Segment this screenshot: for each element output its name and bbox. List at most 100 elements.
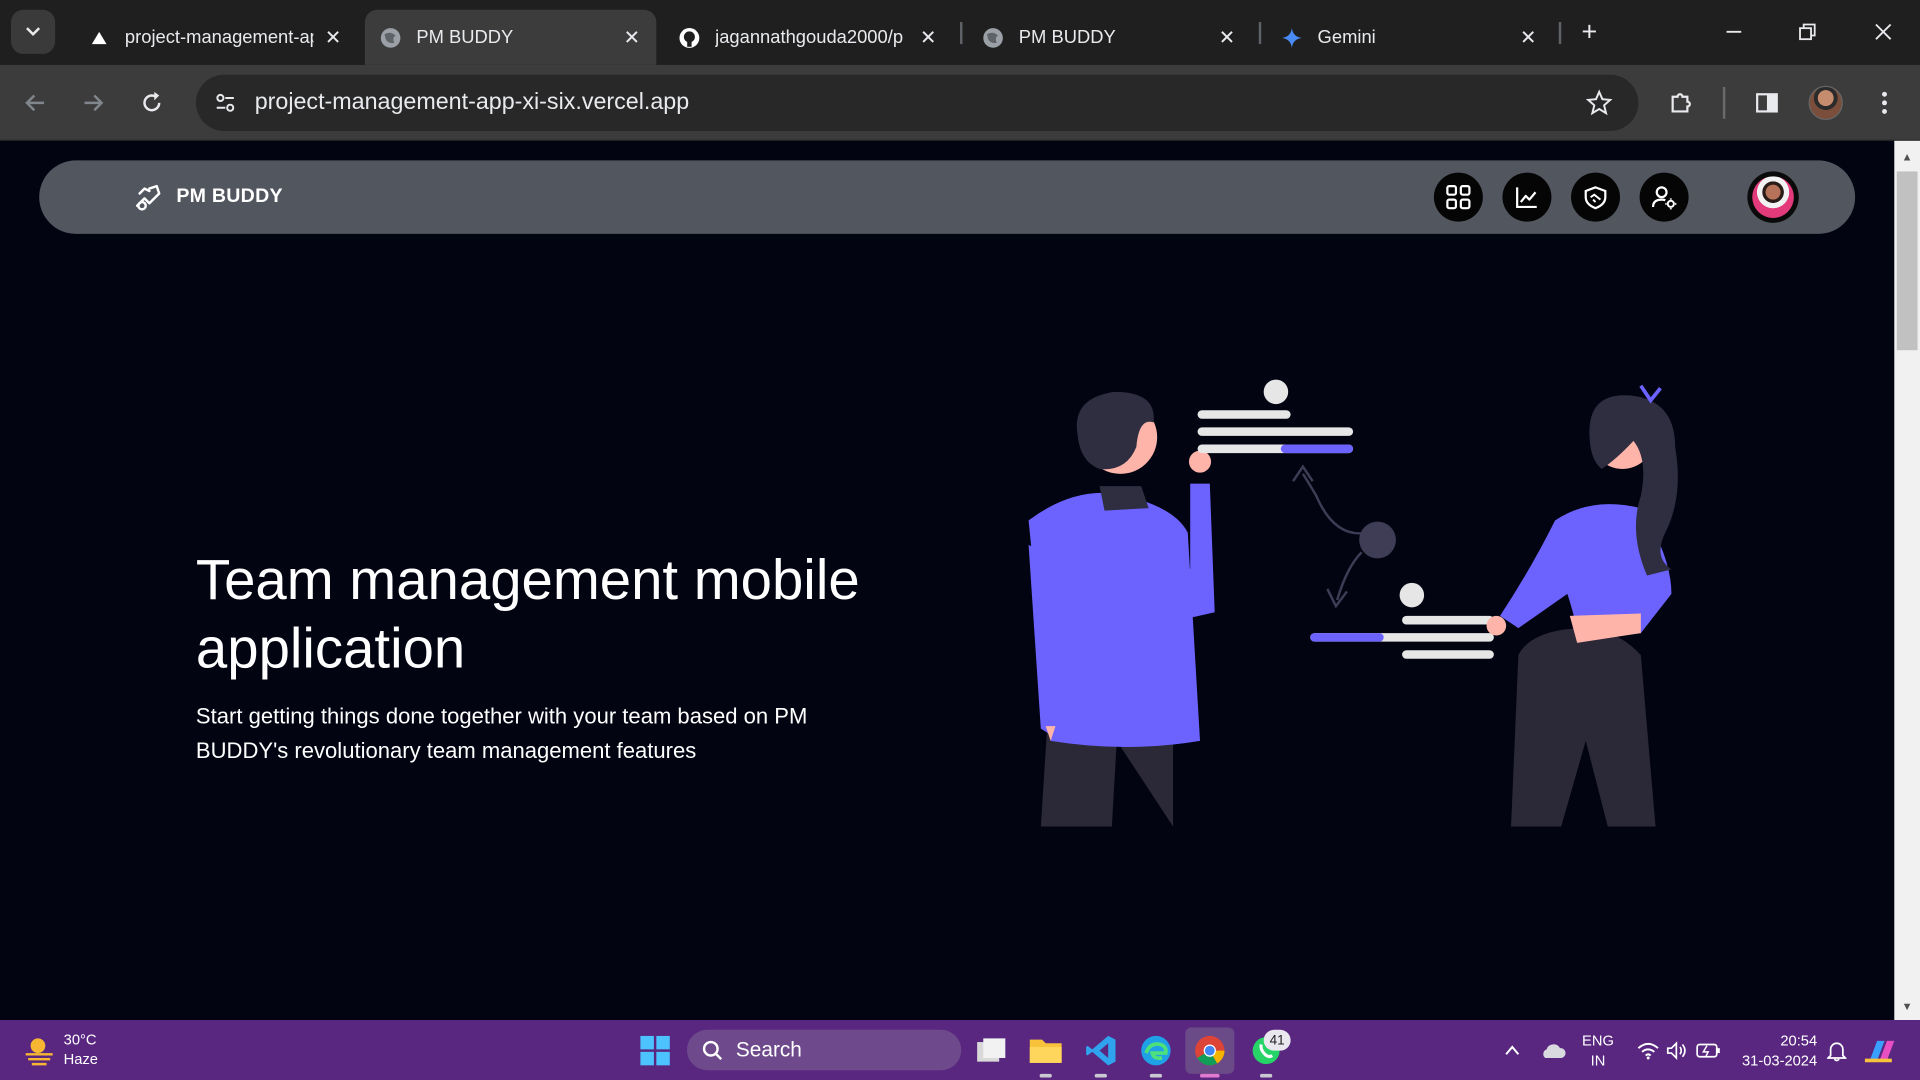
man-figure	[1028, 391, 1215, 827]
search-icon	[702, 1040, 723, 1060]
weather-condition: Haze	[63, 1050, 98, 1068]
edge-button[interactable]	[1139, 1033, 1173, 1067]
scrollbar-thumb[interactable]	[1896, 171, 1918, 351]
weather-temperature: 30°C	[63, 1031, 97, 1049]
tab-strip: project-management-app ✕ PM BUDDY ✕ jaga…	[0, 0, 1920, 65]
tab-title: PM BUDDY	[416, 26, 514, 48]
app-navbar: PM BUDDY	[39, 160, 1856, 234]
chrome-icon	[1195, 1035, 1225, 1066]
close-icon[interactable]: ✕	[622, 28, 642, 49]
minimize-button[interactable]	[1709, 12, 1758, 51]
screen: project-management-app ✕ PM BUDDY ✕ jaga…	[0, 0, 1920, 1080]
reload-button[interactable]	[131, 82, 173, 124]
battery-status[interactable]	[1695, 1038, 1722, 1062]
show-hidden-icons-button[interactable]	[1501, 1040, 1523, 1062]
onedrive-tray-button[interactable]	[1538, 1037, 1567, 1064]
start-button[interactable]	[637, 1032, 674, 1069]
side-panel-button[interactable]	[1746, 82, 1788, 124]
clock-time: 20:54	[1780, 1032, 1818, 1050]
side-panel-icon	[1756, 93, 1778, 113]
tab-title: project-management-app	[124, 26, 314, 48]
more-vert-icon	[1882, 91, 1887, 114]
tab-search-button[interactable]	[11, 9, 56, 54]
github-icon	[678, 26, 700, 48]
file-explorer-button[interactable]	[1029, 1033, 1063, 1067]
browser-toolbar: project-management-app-xi-six.vercel.app	[0, 64, 1920, 141]
close-icon[interactable]: ✕	[918, 28, 938, 49]
tab-separator	[1258, 22, 1262, 45]
tab-pm-buddy[interactable]: PM BUDDY ✕	[967, 10, 1251, 65]
tune-icon	[216, 93, 235, 112]
wifi-status[interactable]	[1636, 1038, 1660, 1062]
tab-pm-buddy-active[interactable]: PM BUDDY ✕	[364, 9, 657, 65]
brand[interactable]: PM BUDDY	[132, 181, 283, 213]
whatsapp-unread-badge: 41	[1263, 1029, 1291, 1051]
language-indicator[interactable]: ENG IN	[1582, 1031, 1614, 1070]
tab-separator	[960, 22, 963, 45]
brand-name: PM BUDDY	[176, 186, 283, 207]
site-info-button[interactable]	[201, 78, 250, 127]
system-clock[interactable]: 20:54 31-03-2024	[1731, 1031, 1817, 1070]
extensions-button[interactable]	[1660, 82, 1702, 124]
running-indicator	[1094, 1073, 1107, 1078]
task-view-button[interactable]	[975, 1035, 1009, 1067]
taskbar-search[interactable]: Search	[686, 1029, 962, 1071]
partnership-nav-button[interactable]	[1571, 172, 1621, 222]
close-icon[interactable]: ✕	[1518, 28, 1538, 49]
weather-widget[interactable]	[22, 1032, 56, 1066]
volume-status[interactable]	[1665, 1038, 1689, 1062]
copilot-button[interactable]	[1861, 1032, 1898, 1069]
globe-icon	[982, 26, 1004, 48]
notifications-button[interactable]	[1825, 1038, 1849, 1062]
analytics-nav-button[interactable]	[1502, 172, 1552, 222]
forward-button[interactable]	[72, 82, 114, 124]
search-label: Search	[735, 1037, 802, 1062]
reload-icon	[143, 91, 161, 112]
hero-title: Team management mobile application	[195, 547, 860, 680]
globe-icon	[380, 26, 402, 48]
arrow-left-icon	[25, 94, 45, 112]
chevron-up-icon	[1505, 1045, 1520, 1055]
bookmark-star-button[interactable]	[1585, 88, 1614, 117]
restore-button[interactable]	[1783, 12, 1832, 51]
battery-charging-icon	[1696, 1043, 1720, 1058]
user-settings-nav-button[interactable]	[1639, 172, 1689, 222]
address-bar[interactable]: project-management-app-xi-six.vercel.app	[195, 74, 1639, 132]
tab-separator	[1558, 22, 1562, 45]
dashboard-nav-button[interactable]	[1433, 172, 1483, 222]
hero-subtitle: Start getting things done together with …	[195, 704, 808, 763]
chrome-button[interactable]	[1185, 1027, 1235, 1074]
web-page: PM BUDDY Team management mobile applicat…	[0, 140, 1895, 1021]
new-tab-button[interactable]: +	[1572, 15, 1606, 49]
vscode-button[interactable]	[1084, 1033, 1118, 1067]
address-url: project-management-app-xi-six.vercel.app	[254, 89, 690, 116]
close-icon	[1875, 23, 1892, 40]
back-button[interactable]	[15, 82, 57, 124]
star-icon	[1585, 89, 1613, 116]
running-indicator	[1260, 1073, 1273, 1078]
close-icon[interactable]: ✕	[323, 28, 343, 49]
menu-button[interactable]	[1864, 82, 1906, 124]
restore-icon	[1799, 23, 1816, 41]
close-icon[interactable]: ✕	[1217, 28, 1237, 49]
tab-github[interactable]: jagannathgouda2000/p ✕	[664, 10, 953, 65]
exchange-arrows	[1292, 464, 1396, 609]
woman-figure	[1486, 384, 1678, 827]
tab-gemini[interactable]: Gemini ✕	[1266, 10, 1553, 65]
tab-project-management[interactable]: project-management-app ✕	[73, 10, 357, 65]
handshake-icon	[1584, 186, 1607, 210]
profile-avatar[interactable]	[1808, 85, 1843, 121]
puzzle-icon	[1671, 93, 1691, 113]
user-settings-icon	[1651, 186, 1677, 210]
scroll-down-arrow[interactable]: ▼	[1899, 998, 1915, 1014]
copilot-icon	[1864, 1040, 1895, 1063]
cloud-icon	[1543, 1044, 1566, 1058]
user-avatar[interactable]	[1747, 171, 1799, 223]
task-view-icon	[977, 1038, 1006, 1062]
scroll-up-arrow[interactable]: ▲	[1899, 148, 1915, 164]
running-indicator	[1039, 1073, 1052, 1078]
arrow-right-icon	[84, 94, 104, 112]
running-indicator	[1149, 1073, 1163, 1078]
team-collaboration-illustration	[1028, 379, 1678, 827]
close-window-button[interactable]	[1859, 12, 1908, 51]
